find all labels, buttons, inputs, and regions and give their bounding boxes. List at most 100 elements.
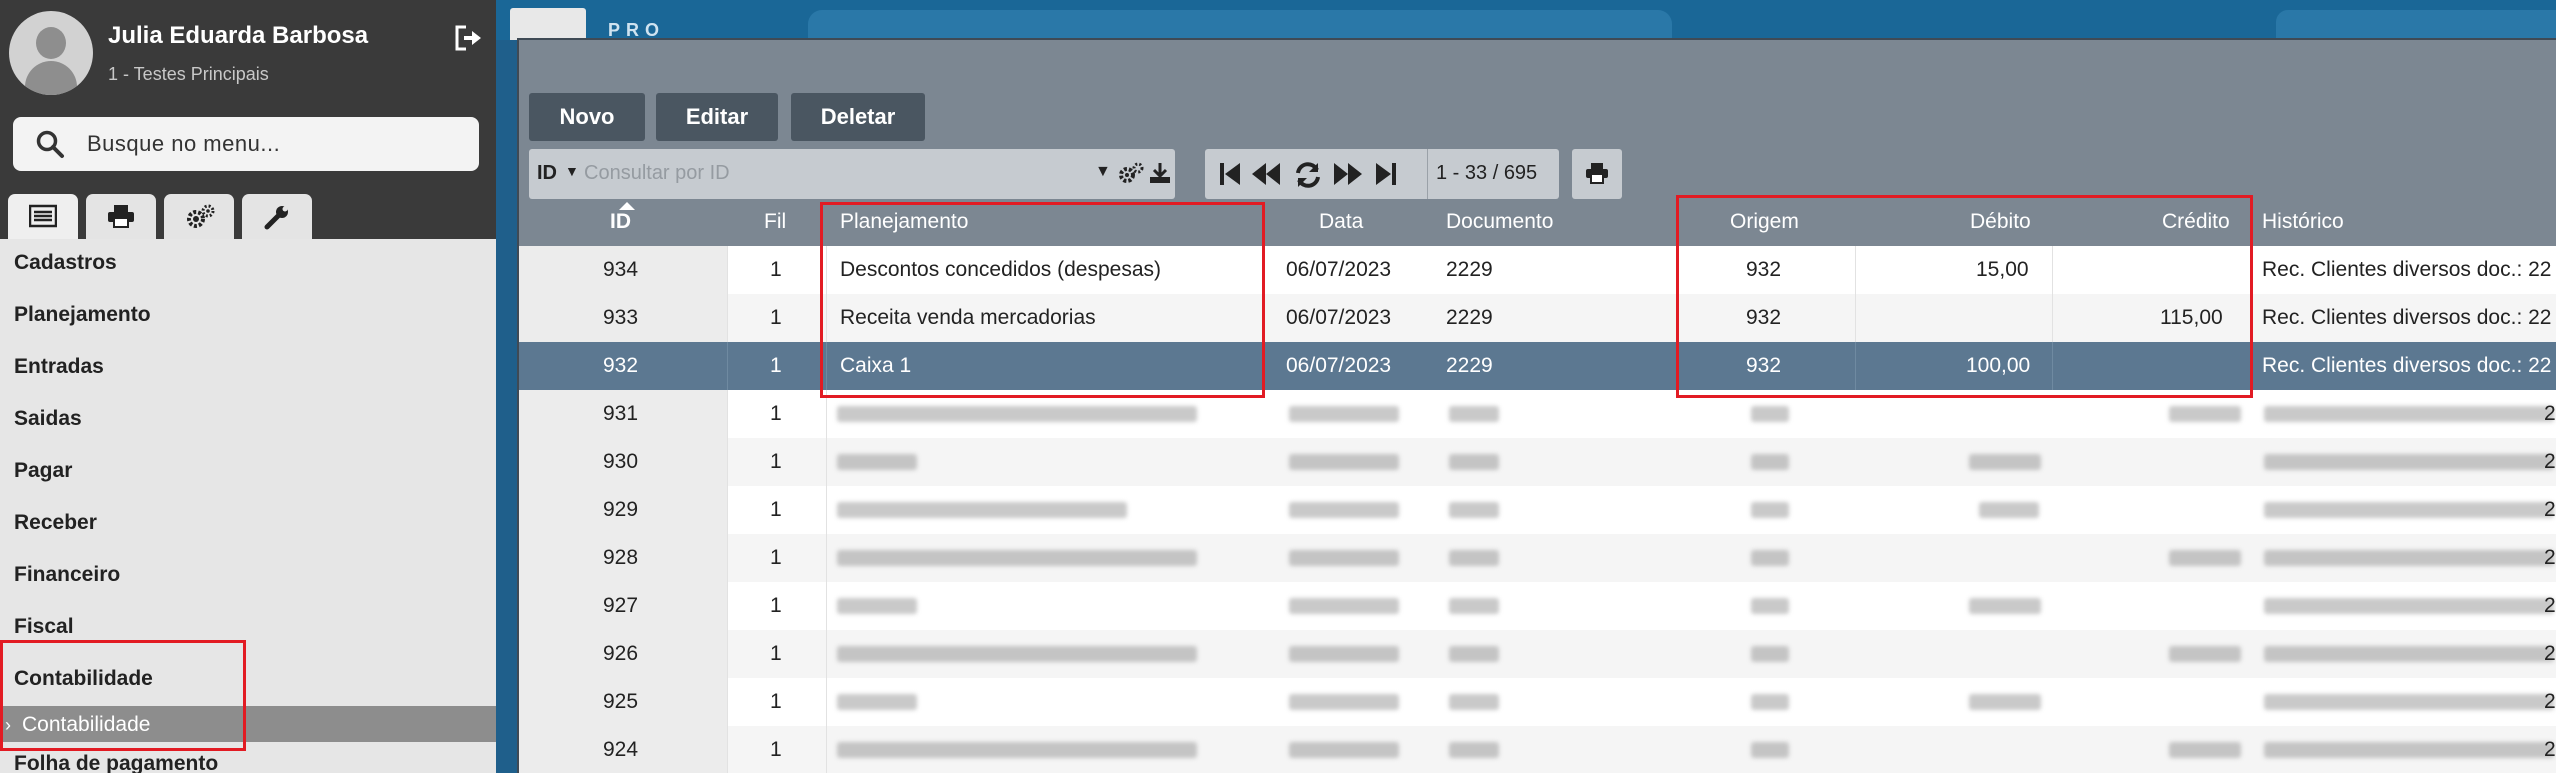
cell-id: 928 [603,546,639,569]
cell-data: 06/07/2023 [1286,306,1392,329]
table-row[interactable]: 930 1 2 [519,438,2556,486]
tab-settings[interactable] [164,194,234,239]
cell-historico-tail: 2 [2544,738,2556,761]
logout-icon[interactable] [454,24,484,52]
last-page-icon[interactable] [1375,161,1397,187]
cell-id: 930 [603,450,639,473]
cell-documento: 2229 [1446,354,1493,377]
cell-id: 932 [603,354,639,377]
menu-item-saidas[interactable]: Saidas [14,407,82,431]
table-row[interactable]: 929 1 2 [519,486,2556,534]
tab-tools[interactable] [242,194,312,239]
menu-item-planejamento[interactable]: Planejamento [14,303,151,327]
column-data[interactable]: Data [1319,210,1363,234]
query-field-selector[interactable]: ID [537,162,557,185]
cell-historico: Rec. Clientes diversos doc.: 22 [2262,306,2552,329]
print-icon [1586,163,1608,184]
lancamentos-window: Novo Editar Deletar ID ▼ Consultar por I… [517,38,2556,773]
app-topbar: PRO [496,0,2556,40]
list-icon [29,204,57,228]
cell-historico-tail: 2 [2544,594,2556,617]
table-row[interactable]: 925 1 2 [519,678,2556,726]
search-icon [36,130,64,158]
cell-fil: 1 [770,306,782,329]
print-icon [108,205,134,228]
column-id[interactable]: ID [610,210,631,234]
cell-fil: 1 [770,594,782,617]
cell-documento: 2229 [1446,306,1493,329]
fast-forward-icon[interactable] [1333,161,1363,187]
cell-documento: 2229 [1446,258,1493,281]
new-button[interactable]: Novo [529,93,645,141]
sidebar-header: Julia Eduarda Barbosa 1 - Testes Princip… [0,0,496,239]
avatar [9,11,93,95]
cell-fil: 1 [770,498,782,521]
menu-item-cadastros[interactable]: Cadastros [14,251,117,275]
refresh-icon[interactable] [1294,161,1322,189]
cell-historico-tail: 2 [2544,546,2556,569]
table-row[interactable]: 927 1 2 [519,582,2556,630]
cell-id: 931 [603,402,639,425]
cell-id: 933 [603,306,639,329]
menu-item-pagar[interactable]: Pagar [14,459,72,483]
app-logo [510,8,586,40]
first-page-icon[interactable] [1219,161,1241,187]
tab-menu[interactable] [8,194,78,239]
cell-historico-tail: 2 [2544,450,2556,473]
query-field[interactable]: ID ▼ Consultar por ID ▼ [529,149,1175,199]
cell-id: 934 [603,258,639,281]
menu-search-placeholder: Busque no menu... [87,131,281,156]
table-row[interactable]: 928 1 2 [519,534,2556,582]
gears-icon [187,204,215,228]
menu-item-receber[interactable]: Receber [14,511,97,535]
sidebar: Julia Eduarda Barbosa 1 - Testes Princip… [0,0,496,773]
rewind-icon[interactable] [1251,161,1281,187]
cell-fil: 1 [770,642,782,665]
column-historico[interactable]: Histórico [2262,210,2344,234]
print-button[interactable] [1572,149,1622,199]
menu-item-fiscal[interactable]: Fiscal [14,615,74,639]
cell-fil: 1 [770,450,782,473]
highlight-box-menu [0,640,246,751]
cell-historico-tail: 2 [2544,642,2556,665]
topbar-search [808,10,1672,40]
tab-reports[interactable] [86,194,156,239]
sort-ascending-icon [619,202,635,210]
wrench-icon [264,206,288,230]
user-name: Julia Eduarda Barbosa [108,22,369,49]
highlight-box-valores [1676,195,2253,398]
menu-item-folha-de-pagamento[interactable]: Folha de pagamento [14,752,218,773]
cell-historico: Rec. Clientes diversos doc.: 22 [2262,258,2552,281]
menu-item-financeiro[interactable]: Financeiro [14,563,120,587]
cell-historico-tail: 2 [2544,690,2556,713]
dropdown-caret-icon[interactable]: ▼ [1095,163,1111,181]
user-organization: 1 - Testes Principais [108,64,269,84]
gears-icon[interactable] [1118,162,1144,184]
caret-down-icon: ▼ [565,163,579,179]
edit-button[interactable]: Editar [656,93,778,141]
delete-button[interactable]: Deletar [791,93,925,141]
cell-id: 926 [603,642,639,665]
cell-id: 924 [603,738,639,761]
query-input[interactable]: Consultar por ID [584,162,730,185]
cell-fil: 1 [770,546,782,569]
cell-fil: 1 [770,402,782,425]
cell-historico-tail: 2 [2544,498,2556,521]
menu-item-entradas[interactable]: Entradas [14,355,104,379]
cell-fil: 1 [770,738,782,761]
highlight-box-planejamento [820,202,1265,398]
menu-search-input[interactable]: Busque no menu... [13,117,479,171]
cell-fil: 1 [770,354,782,377]
cell-data: 06/07/2023 [1286,354,1392,377]
table-row[interactable]: 924 1 2 [519,726,2556,773]
column-fil[interactable]: Fil [764,210,786,234]
cell-historico-tail: 2 [2544,402,2556,425]
cell-fil: 1 [770,690,782,713]
cell-id: 925 [603,690,639,713]
pagination: 1 - 33 / 695 [1205,149,1559,199]
column-documento[interactable]: Documento [1446,210,1553,234]
table-row[interactable]: 926 1 2 [519,630,2556,678]
download-icon[interactable] [1148,162,1172,184]
cell-id: 929 [603,498,639,521]
cell-id: 927 [603,594,639,617]
